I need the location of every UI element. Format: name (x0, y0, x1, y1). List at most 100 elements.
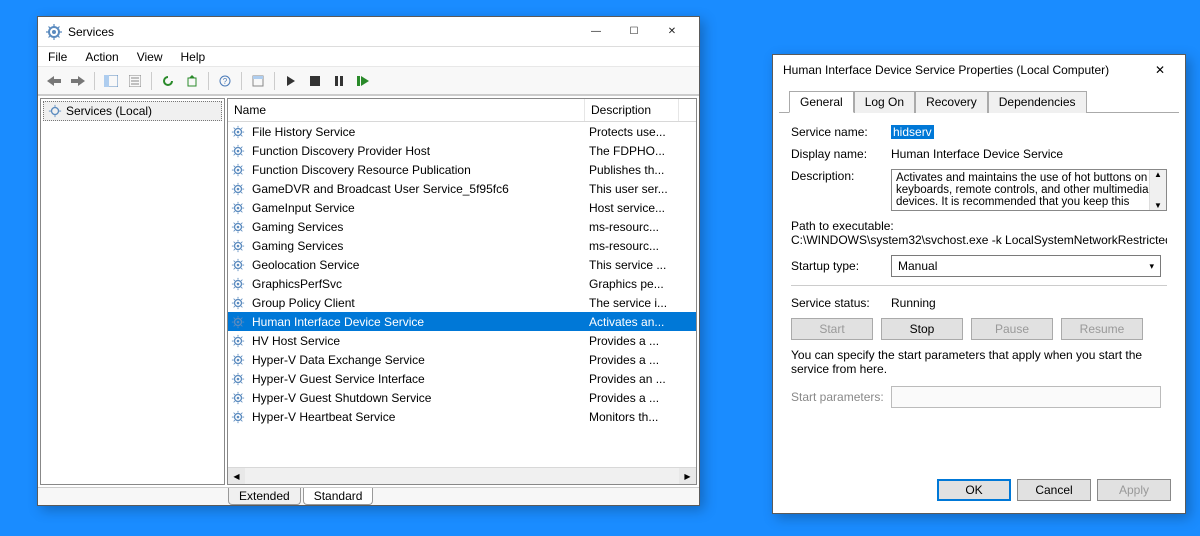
toolbar: ? (38, 67, 699, 95)
pause-button: Pause (971, 318, 1053, 340)
tab-recovery[interactable]: Recovery (915, 91, 988, 113)
refresh-button[interactable] (156, 70, 180, 92)
list-rows[interactable]: File History ServiceProtects use...Funct… (228, 122, 696, 467)
minimize-button[interactable]: — (577, 20, 615, 44)
gear-icon (231, 258, 245, 272)
table-row[interactable]: GameInput ServiceHost service... (228, 198, 696, 217)
cell-name: Hyper-V Data Exchange Service (248, 352, 585, 368)
table-row[interactable]: Function Discovery Resource PublicationP… (228, 160, 696, 179)
cell-description: Publishes th... (585, 162, 696, 178)
cell-description: ms-resourc... (585, 219, 696, 235)
services-list: Name Description File History ServicePro… (227, 98, 697, 485)
help-button[interactable]: ? (213, 70, 237, 92)
tab-dependencies[interactable]: Dependencies (988, 91, 1087, 113)
forward-button[interactable] (66, 70, 90, 92)
services-icon (48, 104, 62, 118)
menu-help[interactable]: Help (177, 48, 210, 66)
gear-icon (231, 163, 245, 177)
table-row[interactable]: Group Policy ClientThe service i... (228, 293, 696, 312)
value-path: C:\WINDOWS\system32\svchost.exe -k Local… (791, 233, 1167, 247)
table-row[interactable]: Gaming Servicesms-resourc... (228, 236, 696, 255)
menu-file[interactable]: File (44, 48, 71, 66)
show-hide-tree-button[interactable] (99, 70, 123, 92)
cell-description: Provides a ... (585, 390, 696, 406)
table-row[interactable]: GraphicsPerfSvcGraphics pe... (228, 274, 696, 293)
description-scrollbar[interactable]: ▲▼ (1149, 170, 1166, 210)
gear-icon (231, 334, 245, 348)
description-textbox[interactable]: Activates and maintains the use of hot b… (891, 169, 1167, 211)
cell-description: Monitors th... (585, 409, 696, 425)
value-description: Activates and maintains the use of hot b… (896, 172, 1148, 208)
tree-item-services-local[interactable]: Services (Local) (43, 101, 222, 121)
cell-description: Graphics pe... (585, 276, 696, 292)
menu-action[interactable]: Action (81, 48, 122, 66)
table-row[interactable]: Hyper-V Guest Service InterfaceProvides … (228, 369, 696, 388)
column-name[interactable]: Name (228, 99, 585, 121)
tab-logon[interactable]: Log On (854, 91, 915, 113)
cell-name: Function Discovery Provider Host (248, 143, 585, 159)
console-tree[interactable]: Services (Local) (40, 98, 225, 485)
cell-description: Provides an ... (585, 371, 696, 387)
dialog-close-button[interactable]: ✕ (1145, 63, 1175, 77)
cell-name: Hyper-V Guest Service Interface (248, 371, 585, 387)
maximize-button[interactable]: ☐ (615, 20, 653, 44)
export-button[interactable] (180, 70, 204, 92)
gear-icon (231, 144, 245, 158)
horizontal-scrollbar[interactable]: ◀ ▶ (228, 467, 696, 484)
properties-button[interactable] (123, 70, 147, 92)
table-row[interactable]: File History ServiceProtects use... (228, 122, 696, 141)
gear-icon (231, 125, 245, 139)
gear-icon (231, 296, 245, 310)
titlebar[interactable]: Services — ☐ ✕ (38, 17, 699, 47)
tab-extended[interactable]: Extended (228, 488, 301, 505)
menu-view[interactable]: View (133, 48, 167, 66)
gear-icon (231, 182, 245, 196)
tab-general[interactable]: General (789, 91, 854, 113)
cancel-button[interactable]: Cancel (1017, 479, 1091, 501)
label-service-name: Service name: (791, 125, 891, 139)
table-row[interactable]: Human Interface Device ServiceActivates … (228, 312, 696, 331)
pause-service-button[interactable] (327, 70, 351, 92)
value-display-name: Human Interface Device Service (891, 147, 1167, 161)
dialog-titlebar[interactable]: Human Interface Device Service Propertie… (773, 55, 1185, 85)
resume-button: Resume (1061, 318, 1143, 340)
close-button[interactable]: ✕ (653, 20, 691, 44)
cell-description: Host service... (585, 200, 696, 216)
column-description[interactable]: Description (585, 99, 679, 121)
cell-name: Geolocation Service (248, 257, 585, 273)
start-service-button[interactable] (279, 70, 303, 92)
svg-text:?: ? (223, 77, 228, 86)
apply-button: Apply (1097, 479, 1171, 501)
label-path: Path to executable: (791, 219, 1167, 233)
dialog-button[interactable] (246, 70, 270, 92)
table-row[interactable]: Function Discovery Provider HostThe FDPH… (228, 141, 696, 160)
scroll-left-button[interactable]: ◀ (228, 468, 245, 485)
table-row[interactable]: Hyper-V Data Exchange ServiceProvides a … (228, 350, 696, 369)
cell-name: Hyper-V Guest Shutdown Service (248, 390, 585, 406)
table-row[interactable]: HV Host ServiceProvides a ... (228, 331, 696, 350)
cell-name: GameDVR and Broadcast User Service_5f95f… (248, 181, 585, 197)
startup-type-dropdown[interactable]: Manual ▾ (891, 255, 1161, 277)
table-row[interactable]: Gaming Servicesms-resourc... (228, 217, 696, 236)
label-startup-type: Startup type: (791, 259, 891, 273)
cell-description: The service i... (585, 295, 696, 311)
stop-service-button[interactable] (303, 70, 327, 92)
table-row[interactable]: Geolocation ServiceThis service ... (228, 255, 696, 274)
restart-service-button[interactable] (351, 70, 375, 92)
scroll-right-button[interactable]: ▶ (679, 468, 696, 485)
table-row[interactable]: Hyper-V Guest Shutdown ServiceProvides a… (228, 388, 696, 407)
table-row[interactable]: GameDVR and Broadcast User Service_5f95f… (228, 179, 696, 198)
label-display-name: Display name: (791, 147, 891, 161)
cell-description: Protects use... (585, 124, 696, 140)
stop-button[interactable]: Stop (881, 318, 963, 340)
back-button[interactable] (42, 70, 66, 92)
cell-name: Human Interface Device Service (248, 314, 585, 330)
tab-standard[interactable]: Standard (303, 488, 374, 505)
table-row[interactable]: Hyper-V Heartbeat ServiceMonitors th... (228, 407, 696, 426)
cell-name: Gaming Services (248, 238, 585, 254)
gear-icon (231, 277, 245, 291)
value-service-name[interactable]: hidserv (891, 125, 934, 139)
dialog-tabs: General Log On Recovery Dependencies (779, 85, 1179, 113)
ok-button[interactable]: OK (937, 479, 1011, 501)
cell-description: ms-resourc... (585, 238, 696, 254)
